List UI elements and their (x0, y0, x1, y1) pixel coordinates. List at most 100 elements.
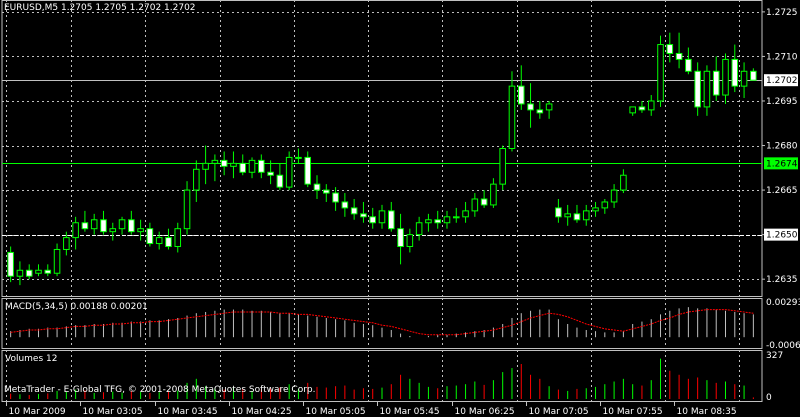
bull-candle-body (620, 174, 627, 191)
bull-candle-body (592, 207, 599, 212)
bear-candle-body (220, 159, 228, 167)
candle (517, 65, 525, 110)
candle (620, 169, 627, 194)
bear-candle-body (44, 269, 52, 274)
bull-candle-body (415, 222, 423, 236)
candle (118, 216, 126, 235)
candle (72, 216, 79, 250)
bear-candle-body (323, 189, 330, 194)
candle (193, 160, 200, 202)
candle (499, 145, 506, 191)
bull-candle-body (508, 85, 516, 149)
bear-candle-body (341, 201, 349, 209)
candle (675, 32, 683, 69)
candle (415, 216, 423, 241)
bear-candle-body (350, 207, 358, 215)
bear-candle-body (694, 70, 701, 108)
candle (53, 243, 61, 277)
macd-indicator: MACD(5,34,5) 0.00188 0.00201 (5, 302, 754, 338)
candle (406, 228, 414, 253)
candle (712, 56, 720, 101)
bear-candle-body (731, 58, 739, 87)
bull-candle-body (202, 162, 209, 170)
y-tick-label: 1.2695 (766, 97, 798, 107)
candle (323, 184, 330, 202)
candle (452, 207, 460, 223)
bull-candle-body (118, 219, 126, 230)
bear-candle-body (304, 156, 312, 185)
volume-tick-label: 327 (766, 351, 783, 361)
candle (44, 264, 52, 277)
candle (90, 213, 98, 235)
candle (25, 264, 33, 280)
y-tick-label: 1.2710 (766, 52, 798, 62)
candle (369, 207, 377, 229)
bear-candle-body (360, 213, 367, 218)
watermark: MetaTrader - E-Global TFG, © 2001-2008 M… (4, 385, 316, 395)
candle (230, 151, 237, 179)
bull-candle-body (443, 216, 451, 224)
bear-candle-body (387, 210, 395, 230)
bull-candle-body (471, 198, 479, 212)
bull-candle-body (462, 210, 469, 218)
bull-candle-body (211, 159, 219, 164)
candle (573, 204, 581, 223)
price-candles (7, 32, 757, 286)
candle (360, 201, 367, 223)
candle (295, 148, 302, 164)
bull-candle-body (582, 210, 590, 221)
candle (313, 175, 321, 199)
bear-candle-body (675, 52, 683, 60)
candle (155, 231, 163, 250)
candle (174, 222, 182, 253)
candle (480, 190, 488, 208)
candle (258, 154, 265, 179)
candle (7, 246, 14, 283)
bull-candle-body (564, 213, 571, 218)
bear-candle-body (712, 70, 720, 96)
candle (137, 219, 144, 241)
bull-candle-body (295, 156, 302, 159)
bear-candle-body (638, 106, 646, 111)
candle (722, 53, 729, 104)
bear-candle-body (267, 171, 274, 176)
candle (109, 222, 117, 241)
bull-candle-body (63, 237, 70, 250)
bear-candle-body (517, 85, 525, 105)
x-tick-label: 10 Mar 2009 (9, 407, 66, 417)
candle (647, 95, 655, 116)
volume-title: Volumes 12 (5, 354, 57, 364)
y-tick-label: 1.2680 (766, 142, 798, 152)
bear-candle-body (685, 58, 692, 72)
candle (740, 62, 748, 99)
candle (378, 204, 386, 229)
bull-candle-body (601, 201, 609, 209)
candle (666, 32, 674, 63)
bull-candle-body (647, 100, 655, 111)
bull-candle-body (610, 189, 618, 203)
candle (443, 210, 451, 229)
candle (397, 213, 404, 265)
candle (555, 198, 562, 223)
bear-candle-body (536, 109, 544, 114)
candle (564, 204, 571, 226)
candle (35, 264, 42, 277)
bull-candle-body (406, 234, 414, 248)
bear-candle-body (750, 70, 757, 81)
candle (490, 178, 497, 208)
candle (536, 100, 544, 119)
candle (425, 213, 432, 232)
bull-candle-body (490, 183, 497, 206)
candle (350, 198, 358, 220)
bull-candle-body (16, 269, 24, 277)
macd-tick-label: 0.00293 (766, 298, 800, 308)
bear-candle-body (81, 222, 89, 230)
x-tick-label: 10 Mar 05:05 (306, 407, 366, 417)
bear-candle-body (100, 219, 107, 233)
trading-chart[interactable]: MACD(5,34,5) 0.00188 0.00201 Volumes 12 … (0, 0, 800, 417)
candle (100, 210, 107, 235)
candle (128, 210, 135, 235)
candle (16, 261, 24, 286)
macd-tick-label: -0.00065 (766, 341, 800, 351)
y-tick-label: 1.2665 (766, 186, 798, 196)
